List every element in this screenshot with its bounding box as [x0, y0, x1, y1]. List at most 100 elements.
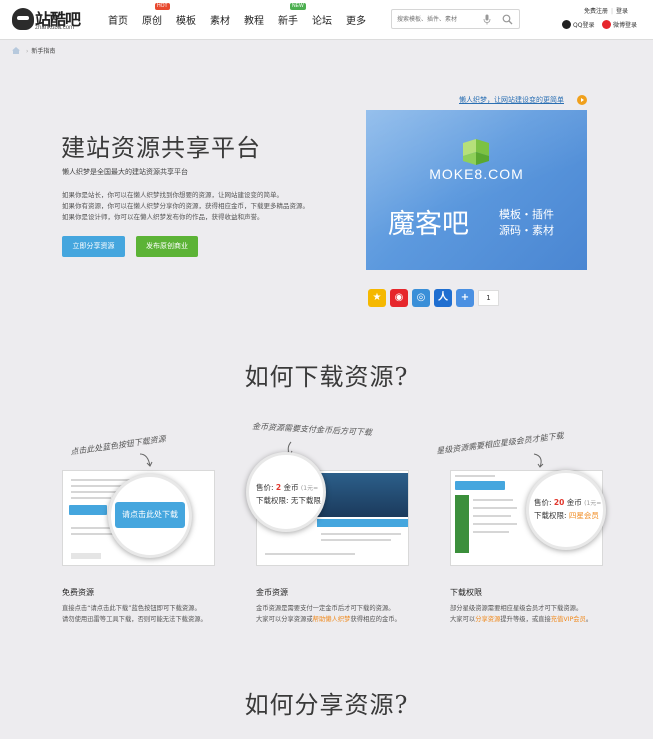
share-resource-button[interactable]: 立即分享资源 [62, 236, 125, 257]
card-title: 下载权限 [450, 588, 482, 597]
card-desc-line: 请勿使用迅雷等工具下载，否则可能无法下载资源。 [62, 616, 207, 623]
download-button-preview: 请点击此处下载 [115, 502, 185, 528]
permission-label: 下载权限: [256, 496, 289, 505]
curved-arrow-icon [139, 453, 153, 467]
search-box [391, 9, 520, 29]
download-section-title: 如何下载资源? [244, 363, 409, 391]
vip-link[interactable]: 充值VIP会员 [551, 616, 586, 623]
hero-title: 建站资源共享平台 [61, 134, 261, 162]
price-value: 20 [553, 498, 565, 507]
permission-label: 下载权限: [534, 511, 567, 520]
nav-original[interactable]: 原创 [142, 12, 162, 27]
hero-line: 如果你是站长，你可以在懒人织梦找到你想要的资源，让网站建设变的简单。 [62, 191, 283, 199]
hero-line: 如果你有资源，你可以在懒人织梦分享你的资源，获得相应金币，下载更多精品资源。 [62, 202, 309, 210]
weibo-share-icon[interactable]: ◉ [390, 289, 408, 307]
card-desc-line: 部分星级资源需要相应星级会员才可下载资源。 [450, 605, 583, 612]
nav-templates[interactable]: 模板 [176, 12, 196, 27]
nav-tutorials[interactable]: 教程 [244, 12, 264, 27]
qzone-share-icon[interactable]: ★ [368, 289, 386, 307]
nav-original-label: 原创 [142, 16, 162, 27]
share-link[interactable]: 分享资源 [475, 616, 500, 623]
moke8-logo-icon [463, 139, 489, 165]
text-span: 。 [585, 616, 593, 623]
weibo-login-label: 微博登录 [613, 22, 638, 29]
search-input[interactable] [397, 13, 481, 25]
login-link[interactable]: 登录 [616, 8, 628, 15]
weibo-icon [602, 20, 611, 29]
permission-line: 下载权限: 四星会员 [534, 510, 599, 521]
card-desc-line: 金币资源是需要支付一定金币后才可下载的资源。 [256, 605, 395, 612]
renren-share-icon[interactable]: 人 [434, 289, 452, 307]
breadcrumb: › 新手指南 [12, 46, 55, 55]
card-desc-line: 大家可以分享资源提升等级，或直接充值VIP会员。 [450, 614, 592, 625]
microphone-icon[interactable] [483, 14, 491, 25]
banner-brand: 魔客吧 [388, 209, 469, 240]
weibo-login[interactable]: 微博登录 [602, 20, 637, 29]
banner-tagline: 模板・插件 [499, 208, 554, 221]
card-title: 免费资源 [62, 588, 94, 597]
permission-value: 无下载限 [290, 496, 321, 505]
qq-login-label: QQ登录 [573, 22, 595, 29]
card-description: 直接点击“请点击此下载”蓝色按钮即可下载资源。 请勿使用迅雷等工具下载，否则可能… [62, 603, 207, 625]
promo-banner[interactable]: MOKE8.COM 魔客吧 模板・插件 源码・素材 [366, 110, 587, 270]
breadcrumb-current: 新手指南 [31, 48, 56, 55]
arrow-right-icon[interactable] [577, 95, 587, 105]
price-note: (1元= [300, 485, 319, 492]
price-value: 2 [275, 483, 282, 492]
hero-description: 如果你是站长，你可以在懒人织梦找到你想要的资源，让网站建设变的简单。 如果你有资… [62, 190, 309, 223]
text-span: 获得相应的金币。 [350, 616, 401, 623]
publish-original-button[interactable]: 发布原创商业 [136, 236, 198, 257]
nav-more[interactable]: 更多 [346, 12, 366, 27]
new-badge: NEW [290, 3, 306, 10]
curved-arrow-icon [533, 453, 544, 468]
top-header: 站酷吧 zhankuba.com 首页 原创 HOT 模板 素材 教程 新手 N… [0, 0, 653, 40]
magnifier-callout: 售价: 2 金币 (1元= 下载权限: 无下载限 [246, 452, 326, 532]
text-span: 提升等级，或直接 [500, 616, 551, 623]
hero-line: 如果你是设计师，你可以在懒人织梦发布你的作品，获得收益和声誉。 [62, 213, 264, 221]
more-share-icon[interactable]: + [456, 289, 474, 307]
magnifier-callout: 售价: 20 金币 (1元= 下载权限: 四星会员 [526, 470, 606, 550]
magnifier-callout: 请点击此处下载 [108, 474, 192, 558]
price-line: 售价: 2 金币 (1元= [256, 482, 318, 493]
qq-icon [562, 20, 571, 29]
price-label: 售价: [256, 483, 274, 492]
help-link[interactable]: 帮助懒人织梦 [313, 616, 351, 623]
logo-domain: zhankuba.com [35, 25, 75, 31]
text-span: 大家可以分享资源或 [256, 616, 313, 623]
price-label: 售价: [534, 498, 552, 507]
permission-line: 下载权限: 无下载限 [256, 495, 321, 506]
banner-domain: MOKE8.COM [429, 166, 524, 182]
share-count: 1 [478, 290, 499, 306]
card-desc-line: 大家可以分享资源或帮助懒人织梦获得相应的金币。 [256, 614, 401, 625]
card-description: 金币资源是需要支付一定金币后才可下载的资源。 大家可以分享资源或帮助懒人织梦获得… [256, 603, 401, 625]
annotation-note: 金币资源需要支付金币后方可下载 [251, 421, 373, 438]
register-link[interactable]: 免费注册 [584, 8, 608, 15]
share-section-title: 如何分享资源? [244, 691, 409, 719]
price-note: (1元= [584, 500, 602, 507]
tencent-weibo-share-icon[interactable]: ◎ [412, 289, 430, 307]
hero-subtitle: 懒人织梦是全国最大的建站资源共享平台 [62, 168, 188, 176]
price-unit: 金币 [566, 498, 582, 507]
nav-materials[interactable]: 素材 [210, 12, 230, 27]
price-unit: 金币 [283, 483, 299, 492]
account-links: 免费注册 | 登录 [584, 6, 628, 15]
permission-value: 四星会员 [568, 511, 599, 520]
nav-newbie[interactable]: 新手 [278, 12, 298, 27]
site-logo[interactable]: 站酷吧 zhankuba.com [12, 6, 82, 34]
card-title: 金币资源 [256, 588, 288, 597]
logo-mascot-icon [12, 8, 34, 30]
price-line: 售价: 20 金币 (1元= [534, 497, 601, 508]
nav-home[interactable]: 首页 [108, 12, 128, 27]
home-icon[interactable] [12, 47, 20, 54]
text-span: 大家可以 [450, 616, 476, 623]
promo-link[interactable]: 懒人织梦，让网站建设变的更简单 [459, 95, 564, 105]
divider: | [611, 8, 614, 15]
nav-forum[interactable]: 论坛 [312, 12, 332, 27]
banner-tagline: 源码・素材 [499, 224, 554, 237]
search-icon[interactable] [502, 14, 513, 25]
card-description: 部分星级资源需要相应星级会员才可下载资源。 大家可以分享资源提升等级，或直接充值… [450, 603, 592, 625]
qq-login[interactable]: QQ登录 [562, 20, 594, 29]
hot-badge: HOT [155, 3, 170, 10]
card-desc-line: 直接点击“请点击此下载”蓝色按钮即可下载资源。 [62, 605, 201, 612]
breadcrumb-separator: › [26, 48, 29, 55]
